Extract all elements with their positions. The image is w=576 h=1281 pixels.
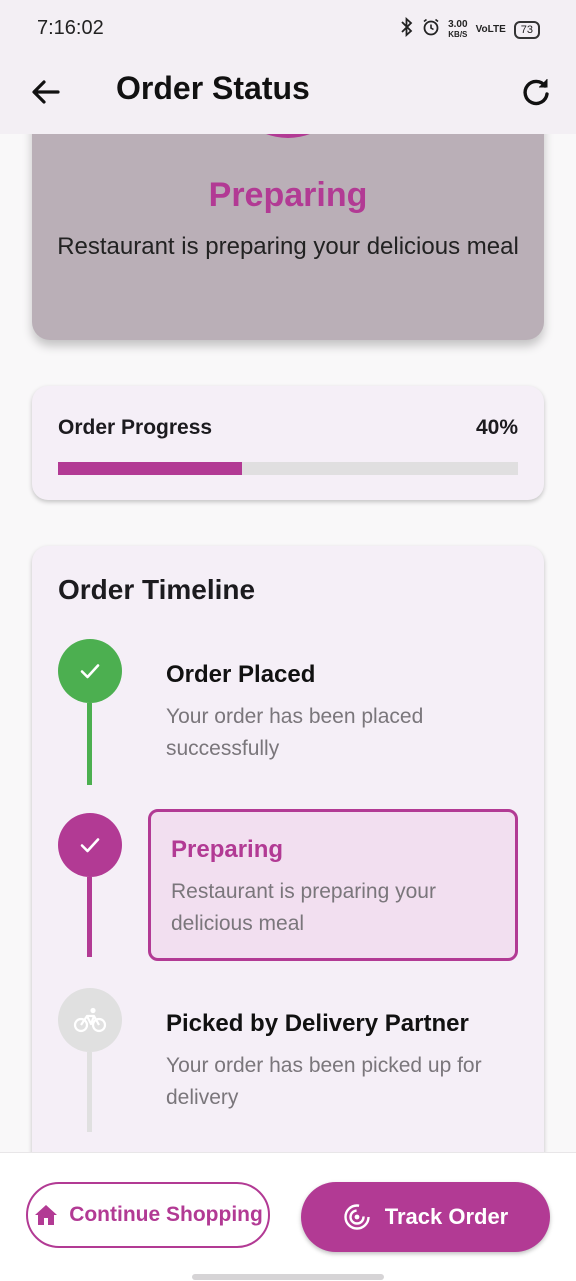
check-icon [80, 838, 100, 853]
step-description: Your order has been placed successfully [166, 705, 424, 760]
current-status-description: Restaurant is preparing your delicious m… [57, 233, 519, 260]
status-icon-circle [226, 134, 350, 138]
step-title: Order Placed [166, 661, 316, 688]
progress-bar-fill [58, 462, 242, 475]
battery-indicator: 73 [513, 20, 540, 39]
step-description: Your order has been picked up for delive… [166, 1054, 482, 1109]
network-speed: 3.00 KB/S [448, 18, 468, 40]
progress-bar [58, 462, 518, 475]
status-icons: 3.00 KB/S VoLTE 73 [400, 16, 540, 42]
clock: 7:16:02 [37, 17, 104, 39]
progress-label: Order Progress [58, 416, 213, 439]
refresh-button[interactable] [518, 74, 554, 110]
page-title: Order Status [116, 70, 310, 106]
timeline-title: Order Timeline [58, 574, 256, 605]
continue-shopping-button[interactable]: Continue Shopping [26, 1182, 270, 1248]
order-timeline-card: Order Timeline Order Placed Your order h… [32, 546, 544, 1152]
progress-percent: 40% [475, 416, 518, 439]
back-button[interactable] [28, 74, 64, 110]
step-status-dot [58, 988, 122, 1052]
current-status-card: Preparing Restaurant is preparing your d… [32, 134, 544, 340]
bicycle-icon [73, 1007, 107, 1033]
bottom-action-bar: Continue Shopping Track Order [0, 1152, 576, 1281]
timeline-connector [87, 703, 92, 785]
home-indicator [192, 1274, 384, 1280]
current-status-title: Preparing [208, 176, 368, 214]
step-description: Restaurant is preparing your delicious m… [171, 880, 436, 935]
timeline-connector [87, 1052, 92, 1132]
arrow-left-icon [32, 80, 60, 104]
check-icon [80, 664, 100, 679]
speed-value: 3.00 [448, 18, 468, 30]
bluetooth-icon [400, 16, 414, 42]
network-indicator: VoLTE [475, 23, 506, 35]
step-status-dot [58, 639, 122, 703]
step-status-dot [58, 813, 122, 877]
continue-shopping-label: Continue Shopping [69, 1203, 263, 1226]
system-status-bar: 7:16:02 3.00 KB/S VoLTE 73 [0, 0, 576, 56]
track-order-button[interactable]: Track Order [301, 1182, 550, 1252]
content-scroll[interactable]: Preparing Restaurant is preparing your d… [0, 134, 576, 1152]
current-step-highlight: Preparing Restaurant is preparing your d… [148, 809, 518, 961]
radar-icon [344, 1204, 370, 1230]
track-order-label: Track Order [384, 1204, 509, 1229]
speed-unit: KB/S [448, 29, 468, 39]
refresh-icon [523, 79, 549, 106]
order-progress-card: Order Progress 40% [32, 386, 544, 500]
home-icon [35, 1205, 58, 1225]
step-title: Picked by Delivery Partner [166, 1010, 469, 1037]
step-title: Preparing [171, 836, 284, 863]
alarm-icon [422, 18, 440, 41]
timeline-connector [87, 877, 92, 957]
app-bar: Order Status [0, 56, 576, 134]
